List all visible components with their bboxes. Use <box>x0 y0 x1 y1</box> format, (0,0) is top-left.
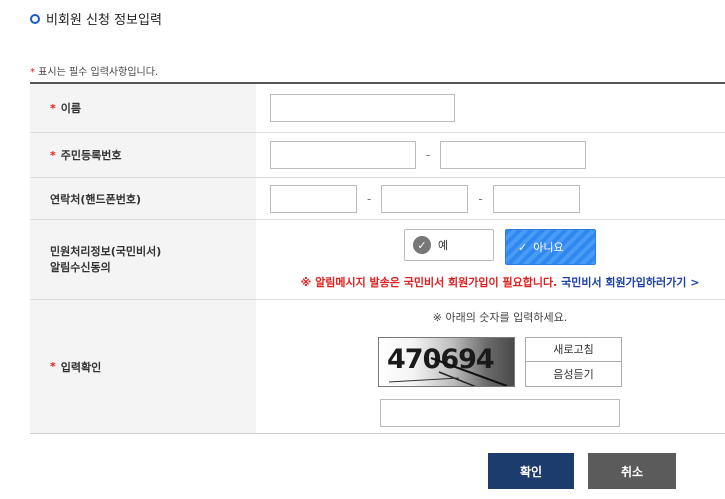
phone-dash: - <box>478 191 483 206</box>
captcha-label: 입력확인 <box>60 360 102 374</box>
consent-yes-label: 예 <box>438 239 449 252</box>
row-name: * 이름 <box>30 84 725 133</box>
name-input-cell <box>256 84 725 132</box>
rrn-label-cell: * 주민등록번호 <box>30 133 256 177</box>
check-circle-icon: ✓ <box>413 236 431 254</box>
phone-last-input[interactable] <box>492 184 580 213</box>
phone-label-cell: 연락처(핸드폰번호) <box>30 178 256 219</box>
consent-notice: ※ 알림메시지 발송은 국민비서 회원가입이 필요합니다. 국민비서 회원가입하… <box>301 274 700 290</box>
cancel-button[interactable]: 취소 <box>588 453 676 489</box>
name-label-cell: * 이름 <box>30 84 256 132</box>
required-star: * <box>50 360 56 373</box>
phone-dash: - <box>367 191 372 206</box>
name-label: 이름 <box>60 102 82 115</box>
required-note: * 표시는 필수 입력사항입니다. <box>30 63 158 78</box>
captcha-cell: ※ 아래의 숫자를 입력하세요. 470694 새로고침 음성듣기 <box>256 300 725 433</box>
confirm-button[interactable]: 확인 <box>488 453 574 489</box>
rrn-front-input[interactable] <box>270 141 416 169</box>
required-star: * <box>50 101 56 115</box>
row-phone: 연락처(핸드폰번호) - - <box>30 178 725 220</box>
consent-no-button[interactable]: ✓ 아니요 <box>505 229 596 265</box>
consent-label-line2: 알림수신동의 <box>50 260 111 274</box>
captcha-input[interactable] <box>380 398 620 427</box>
refresh-button[interactable]: 새로고침 <box>525 336 622 362</box>
phone-middle-input[interactable] <box>381 184 469 213</box>
captcha-label-cell: * 입력확인 <box>30 300 256 433</box>
consent-no-label: 아니요 <box>533 241 564 254</box>
audio-button[interactable]: 음성듣기 <box>525 361 622 387</box>
rrn-label: 주민등록번호 <box>60 149 122 162</box>
consent-label: 민원처리정보(국민비서) 알림수신동의 <box>50 244 161 276</box>
captcha-image: 470694 <box>378 336 515 387</box>
phone-first-input[interactable] <box>270 184 357 213</box>
consent-buttons: ✓ 예 ✓ 아니요 <box>404 229 596 265</box>
captcha-noise-lines <box>388 356 508 386</box>
rrn-input-cell: - <box>256 133 725 177</box>
captcha-instruction: ※ 아래의 숫자를 입력하세요. <box>432 310 568 324</box>
phone-input-cell: - - <box>256 178 725 219</box>
name-input[interactable] <box>270 94 455 122</box>
consent-label-line1: 민원처리정보(국민비서) <box>50 244 162 258</box>
consent-yes-button[interactable]: ✓ 예 <box>404 229 494 261</box>
row-captcha: * 입력확인 ※ 아래의 숫자를 입력하세요. 470694 새로고침 음성듣기 <box>30 300 725 434</box>
phone-label: 연락처(핸드폰번호) <box>50 192 142 206</box>
consent-label-cell: 민원처리정보(국민비서) 알림수신동의 <box>30 220 256 299</box>
row-rrn: * 주민등록번호 - <box>30 133 725 178</box>
check-mark-icon: ✓ <box>518 240 528 254</box>
captcha-area: 470694 새로고침 음성듣기 <box>378 336 622 387</box>
rrn-back-input[interactable] <box>440 141 587 169</box>
captcha-buttons: 새로고침 음성듣기 <box>525 336 622 387</box>
section-title: 비회원 신청 정보입력 <box>30 9 162 28</box>
required-note-text: 표시는 필수 입력사항입니다. <box>35 67 159 78</box>
section-title-text: 비회원 신청 정보입력 <box>46 13 162 28</box>
signup-link[interactable]: 국민비서 회원가입하러가기 > <box>561 276 699 289</box>
notice-text: ※ 알림메시지 발송은 국민비서 회원가입이 필요합니다. <box>300 276 558 289</box>
form-table: * 이름 * 주민등록번호 - 연락처(핸드폰번호) - - 민원처리정보(국민… <box>30 82 725 434</box>
rrn-dash: - <box>426 148 431 162</box>
consent-cell: ✓ 예 ✓ 아니요 ※ 알림메시지 발송은 국민비서 회원가입이 필요합니다. … <box>256 220 725 299</box>
row-consent: 민원처리정보(국민비서) 알림수신동의 ✓ 예 ✓ 아니요 ※ 알림메시지 발송… <box>30 220 725 300</box>
ring-bullet-icon <box>30 13 40 24</box>
required-star: * <box>50 148 56 162</box>
